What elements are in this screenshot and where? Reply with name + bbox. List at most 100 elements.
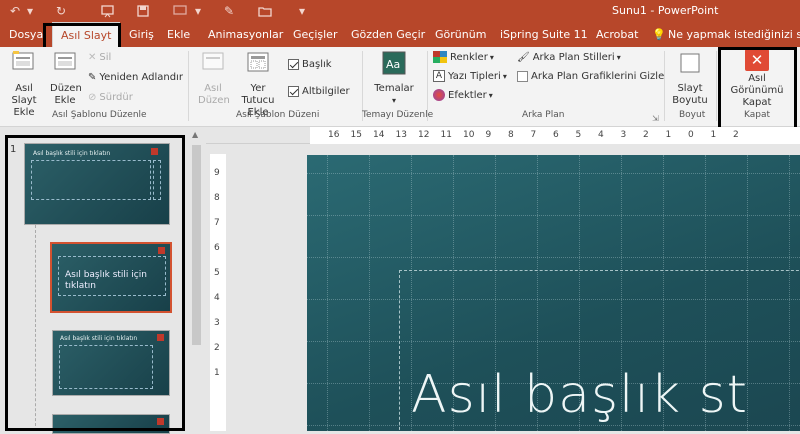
master-layout-icon	[202, 52, 224, 70]
group-label-size: Boyut	[679, 110, 706, 120]
dropdown-icon: ▾	[616, 52, 621, 62]
ruler-tick-label: 8	[214, 193, 220, 203]
ruler-tick-label: 9	[214, 168, 220, 178]
ruler-tick-label: 2	[214, 343, 220, 353]
insert-layout-icon	[54, 52, 76, 70]
highlight-box-thumbnails	[5, 135, 185, 431]
slide-canvas[interactable]: Asıl başlık st	[307, 155, 800, 431]
dropdown-icon: ▾	[489, 52, 494, 62]
master-layout-button[interactable]: Asıl Düzen	[195, 49, 231, 107]
fonts-icon: A	[433, 70, 445, 82]
svg-text:Aa: Aa	[386, 58, 400, 71]
title-checkbox[interactable]: Başlık	[288, 56, 332, 72]
placeholder-icon	[247, 52, 269, 72]
lightbulb-icon: 💡	[652, 28, 666, 41]
tab-home[interactable]: Giriş	[129, 22, 154, 47]
grid-line	[369, 155, 370, 431]
insert-master-icon	[12, 51, 34, 70]
effects-icon	[433, 89, 445, 101]
ruler-tick-label: 4	[598, 130, 604, 140]
group-label-master-layout: Asıl Şablon Düzeni	[236, 110, 320, 120]
group-label-edit-master: Asıl Şablonu Düzenle	[52, 110, 147, 120]
ruler-tick-label: 6	[553, 130, 559, 140]
ruler-tick-label: 10	[463, 130, 475, 140]
ruler-tick-label: 11	[440, 130, 452, 140]
group-separator	[188, 51, 189, 121]
ruler-tick-label: 7	[214, 218, 220, 228]
checkbox-checked-icon	[288, 58, 299, 70]
insert-slide-master-button[interactable]: Asıl Slayt Ekle	[2, 49, 46, 119]
ruler-tick-label: 2	[643, 130, 649, 140]
ruler-tick-label: 3	[214, 318, 220, 328]
group-label-background: Arka Plan	[522, 110, 565, 120]
ruler-tick-label: 5	[575, 130, 582, 140]
colors-button[interactable]: Renkler ▾	[433, 49, 494, 65]
ruler-tick-label: 1	[214, 368, 220, 378]
title-bar: ↶ ▾ ↻ ▾ ✎ ▾ Sunu1 - PowerPoint	[0, 0, 800, 22]
dialog-launcher-icon[interactable]: ⇲	[652, 110, 659, 126]
scrollbar-thumb[interactable]	[192, 145, 201, 345]
rename-button[interactable]: ✎ Yeniden Adlandır	[88, 69, 183, 85]
dropdown-icon[interactable]: ▾	[192, 2, 204, 20]
background-styles-icon: 🖌	[517, 51, 530, 63]
group-label-edit-theme: Temayı Düzenle	[362, 110, 434, 120]
grid-line	[327, 155, 328, 431]
tab-view[interactable]: Görünüm	[435, 22, 486, 47]
ruler-tick-label: 5	[214, 268, 220, 278]
present-icon[interactable]	[98, 2, 116, 20]
customize-qat-icon[interactable]: ▾	[296, 2, 308, 20]
themes-dropdown-icon: ▾	[391, 96, 396, 105]
scroll-up-icon[interactable]: ▲	[192, 130, 198, 139]
colors-icon	[433, 51, 447, 63]
tab-animations[interactable]: Animasyonlar	[208, 22, 283, 47]
group-separator	[664, 51, 665, 121]
dropdown-icon: ▾	[488, 90, 493, 100]
hide-background-graphics-checkbox[interactable]: Arka Plan Grafiklerini Gizle	[517, 68, 664, 84]
themes-icon: Aa	[382, 51, 406, 75]
tab-transitions[interactable]: Geçişler	[293, 22, 337, 47]
insert-layout-button[interactable]: Düzen Ekle	[48, 49, 82, 107]
slideshow-icon[interactable]	[170, 2, 190, 20]
slide-size-button[interactable]: Slayt Boyutu	[667, 49, 713, 107]
themes-button[interactable]: Aa Temalar ▾	[366, 49, 422, 107]
save-icon[interactable]	[134, 2, 152, 20]
grid-line	[307, 173, 800, 174]
open-folder-icon[interactable]	[256, 2, 274, 20]
slide-title[interactable]: Asıl başlık st	[411, 365, 748, 425]
ruler-tick-label: 7	[530, 130, 537, 140]
ruler-tick-label: 1	[710, 130, 717, 140]
pin-icon: ⊘	[88, 91, 97, 103]
tab-acrobat[interactable]: Acrobat	[596, 22, 638, 47]
ruler-tick-label: 14	[373, 130, 385, 140]
grid-line	[307, 257, 800, 258]
preserve-button[interactable]: ⊘ Sürdür	[88, 89, 133, 105]
ruler-tick-label: 12	[418, 130, 430, 140]
footers-checkbox[interactable]: Altbilgiler	[288, 83, 350, 99]
undo-icon[interactable]: ↶	[6, 2, 24, 20]
ruler-tick-label: 0	[688, 130, 694, 140]
tab-ispring[interactable]: iSpring Suite 11	[500, 22, 588, 47]
vertical-ruler: 9 8 7 6 5 4 3 2 1	[210, 144, 226, 431]
pencil-icon[interactable]: ✎	[220, 2, 238, 20]
ruler-tick-label: 4	[214, 293, 220, 303]
ruler-tick-label: 15	[350, 130, 362, 140]
ruler-tick-label: 9	[485, 130, 492, 140]
tell-me-search[interactable]: Ne yapmak istediğinizi söyle	[668, 22, 800, 47]
fonts-button[interactable]: A Yazı Tipleri ▾	[433, 68, 507, 84]
dropdown-icon: ▾	[502, 71, 507, 81]
tab-review[interactable]: Gözden Geçir	[351, 22, 425, 47]
background-styles-button[interactable]: 🖌 Arka Plan Stilleri ▾	[517, 49, 621, 65]
tab-file[interactable]: Dosya	[9, 22, 43, 47]
tab-insert[interactable]: Ekle	[167, 22, 190, 47]
group-separator	[427, 51, 428, 121]
ruler-tick-label: 13	[395, 130, 407, 140]
insert-placeholder-button[interactable]: Yer Tutucu Ekle	[232, 49, 284, 119]
app-title: Sunu1 - PowerPoint	[612, 4, 719, 17]
checkbox-checked-icon	[288, 85, 299, 97]
ruler-tick-label: 8	[508, 130, 514, 140]
redo-icon[interactable]: ↻	[52, 2, 70, 20]
undo-dropdown-icon[interactable]: ▾	[24, 2, 36, 20]
grid-line	[307, 215, 800, 216]
delete-button[interactable]: ✕ Sil	[88, 49, 111, 65]
effects-button[interactable]: Efektler ▾	[433, 87, 493, 103]
